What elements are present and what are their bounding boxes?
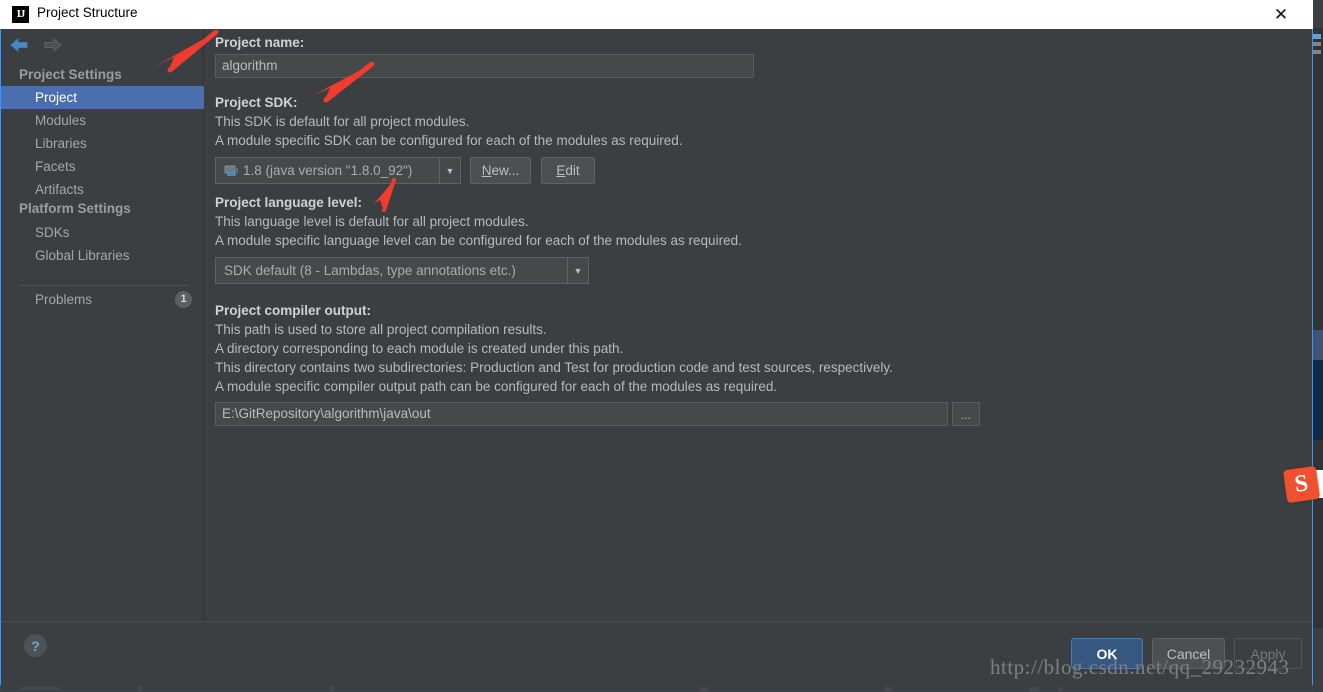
taskbar-ghost-3 [330,686,334,692]
sidebar-item-label: Artifacts [35,182,84,197]
project-name-label: Project name: [215,35,305,50]
compiler-output-description-1: This path is used to store all project c… [215,322,547,337]
sidebar-item-facets[interactable]: Facets [1,155,204,178]
sidebar-item-label: Modules [35,113,87,128]
project-structure-dialog: Project Settings Project Modules Librari… [0,29,1313,692]
sidebar-item-label: Problems [35,292,93,307]
project-sdk-description-1: This SDK is default for all project modu… [215,114,470,129]
language-level-value: SDK default (8 - Lambdas, type annotatio… [224,263,516,278]
new-sdk-button[interactable]: New... [470,157,531,184]
help-icon[interactable]: ? [24,634,47,657]
sidebar-item-libraries[interactable]: Libraries [1,132,204,155]
sdk-icon [224,165,238,177]
sidebar-item-modules[interactable]: Modules [1,109,204,132]
window-title: Project Structure [37,5,138,20]
taskbar-ghost-4 [700,687,708,692]
edit-button-rest: dit [565,163,580,178]
taskbar-peek [0,685,1323,692]
sidebar-divider [19,285,189,286]
taskbar-ghost-2 [138,686,142,692]
taskbar-ghost-5 [885,687,892,692]
sidebar-item-label: Libraries [35,136,87,151]
compiler-output-description-4: A module specific compiler output path c… [215,379,778,394]
back-arrow-icon[interactable] [9,36,31,54]
sidebar-item-label: Facets [35,159,76,174]
taskbar-ghost-6 [1030,687,1039,692]
language-level-description-2: A module specific language level can be … [215,233,742,248]
sidebar-item-label: Project [35,90,78,105]
sidebar-item-global-libraries[interactable]: Global Libraries [1,244,204,267]
sidebar-item-problems[interactable]: Problems 1 [1,288,204,311]
language-level-label: Project language level: [215,195,363,210]
project-sdk-value: 1.8 (java version "1.8.0_92") [243,163,413,178]
sidebar-item-label: SDKs [35,225,70,240]
chevron-down-icon[interactable]: ▼ [439,158,460,183]
compiler-output-description-3: This directory contains two subdirectori… [215,360,893,375]
ok-button[interactable]: OK [1071,638,1143,669]
project-settings-panel: Project name: algorithm Project SDK: Thi… [205,29,1312,621]
language-level-combobox[interactable]: SDK default (8 - Lambdas, type annotatio… [215,257,589,284]
title-bar: Project Structure ✕ [0,0,1313,29]
dialog-footer: ? OK Cancel Apply [1,621,1312,691]
language-level-description-1: This language level is default for all p… [215,214,529,229]
close-icon[interactable]: ✕ [1261,0,1301,29]
sogou-ime-logo[interactable]: S [1282,465,1321,504]
edit-sdk-button[interactable]: Edit [541,157,595,184]
project-name-input[interactable]: algorithm [215,54,754,78]
screen: Project Structure ✕ Project Settings [0,0,1323,692]
cancel-button[interactable]: Cancel [1152,638,1225,669]
sidebar: Project Settings Project Modules Librari… [1,29,204,621]
intellij-idea-icon [12,6,29,23]
new-button-rest: ew... [491,163,520,178]
project-sdk-description-2: A module specific SDK can be configured … [215,133,683,148]
project-sdk-combobox[interactable]: 1.8 (java version "1.8.0_92") ▼ [215,157,461,184]
browse-compiler-output-button[interactable]: ... [952,402,980,426]
sidebar-group-platform-settings: Platform Settings [19,201,131,216]
sidebar-group-project-settings: Project Settings [19,67,122,82]
sidebar-item-artifacts[interactable]: Artifacts [1,178,204,201]
project-sdk-label: Project SDK: [215,95,298,110]
problems-count-badge: 1 [175,291,192,308]
nav-arrows [9,32,63,58]
taskbar-ghost-7 [1058,687,1063,692]
sidebar-item-label: Global Libraries [35,248,130,263]
forward-arrow-icon [41,36,63,54]
taskbar-ghost-1 [20,687,60,690]
sidebar-item-project[interactable]: Project [1,86,204,109]
chevron-down-icon[interactable]: ▼ [567,258,588,283]
apply-button: Apply [1234,638,1302,669]
compiler-output-input[interactable]: E:\GitRepository\algorithm\java\out [215,402,948,426]
compiler-output-description-2: A directory corresponding to each module… [215,341,624,356]
compiler-output-label: Project compiler output: [215,303,372,318]
sidebar-item-sdks[interactable]: SDKs [1,221,204,244]
